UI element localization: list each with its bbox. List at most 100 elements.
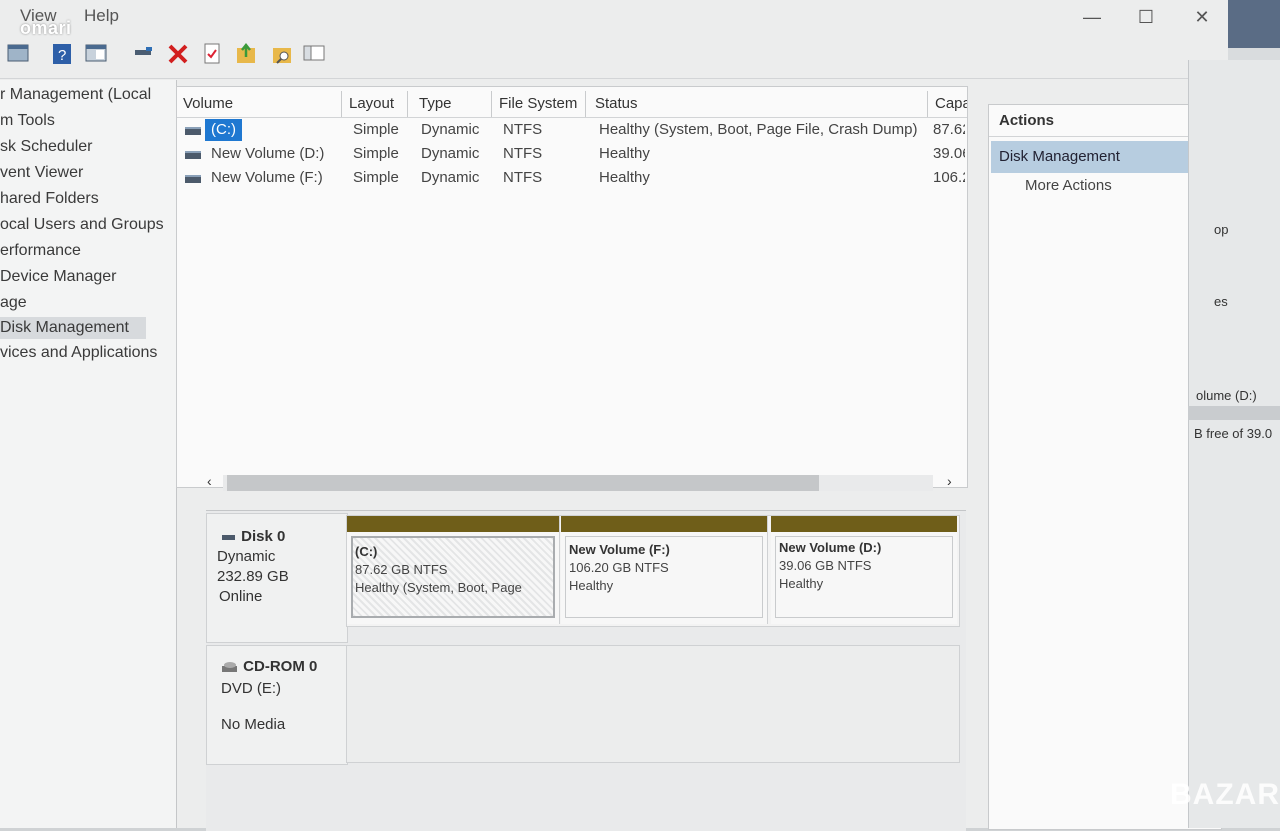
search-folder-icon[interactable] (268, 42, 296, 70)
partition-f[interactable]: New Volume (F:) 106.20 GB NTFS Healthy (561, 516, 768, 624)
column-header-layout[interactable]: Layout (343, 91, 408, 117)
cdrom-0-drive: DVD (E:) (221, 680, 281, 697)
disk-icon (222, 535, 235, 541)
partition-size: 87.62 GB NTFS (355, 562, 448, 577)
disk-0-type: Dynamic (217, 548, 276, 565)
tree-item-device-manager[interactable]: Device Manager (0, 266, 176, 288)
column-header-type[interactable]: Type (413, 91, 492, 117)
column-header-file-system[interactable]: File System (493, 91, 586, 117)
scroll-thumb[interactable] (227, 475, 819, 491)
cdrom-0-label[interactable]: CD-ROM 0 DVD (E:) No Media (206, 645, 348, 765)
volume-icon (185, 127, 201, 135)
partition-status: Healthy (569, 578, 614, 593)
volume-name[interactable]: New Volume (D:) (211, 143, 324, 165)
background-text: es (1214, 294, 1228, 309)
volume-capacity: 106.20 ( (933, 169, 965, 186)
header-divider (177, 117, 967, 118)
volume-capacity: 87.62 G (933, 121, 965, 138)
volume-layout: Simple (353, 169, 399, 186)
volume-fs: NTFS (503, 121, 543, 138)
volume-name[interactable]: New Volume (F:) (211, 167, 323, 189)
horizontal-scrollbar[interactable]: ‹ › (203, 473, 959, 491)
tree-item-storage[interactable]: age (0, 292, 176, 314)
more-actions[interactable]: More Actions (1025, 177, 1112, 194)
delete-icon[interactable] (164, 42, 192, 70)
disk-0-size: 232.89 GB (217, 568, 289, 585)
column-header-status[interactable]: Status (589, 91, 928, 117)
volume-type: Dynamic (421, 145, 480, 162)
show-hide-pane-icon[interactable] (82, 42, 110, 70)
volume-status: Healthy (599, 169, 650, 186)
disk-0-label[interactable]: Disk 0 Dynamic 232.89 GB Online (206, 513, 348, 643)
partition-bar (561, 516, 767, 532)
partition-status: Healthy (779, 576, 824, 591)
tree-item-disk-management[interactable]: Disk Management (0, 317, 146, 339)
open-folder-icon[interactable] (232, 42, 260, 70)
partition-title: (C:) (355, 544, 378, 559)
scroll-right-icon[interactable]: › (947, 473, 952, 489)
volume-name[interactable]: (C:) (205, 119, 242, 141)
volume-icon (185, 175, 201, 183)
tree-item-event-viewer[interactable]: vent Viewer (0, 162, 176, 184)
disk-graph-view: Disk 0 Dynamic 232.89 GB Online (C:) 87.… (206, 510, 966, 831)
disk-0-partitions: (C:) 87.62 GB NTFS Healthy (System, Boot… (346, 515, 960, 627)
tree-item-task-scheduler[interactable]: sk Scheduler (0, 136, 176, 158)
background-window: op es olume (D:) B free of 39.0 (1188, 0, 1280, 828)
volume-fs: NTFS (503, 169, 543, 186)
partition-bar (347, 516, 559, 532)
disk-0-title: Disk 0 (221, 528, 285, 545)
background-text: olume (D:) (1196, 388, 1257, 403)
actions-header: Actions (989, 105, 1221, 137)
tree-item-local-users[interactable]: ocal Users and Groups (0, 214, 176, 236)
column-header-capacity[interactable]: Capacit (929, 91, 968, 117)
cdrom-icon (222, 662, 237, 673)
connect-icon[interactable] (130, 42, 158, 70)
help-icon[interactable]: ? (48, 42, 76, 70)
console-tree-icon[interactable] (4, 42, 32, 70)
console-tree: r Management (Local m Tools sk Scheduler… (0, 80, 177, 828)
volume-layout: Simple (353, 145, 399, 162)
partition-size: 106.20 GB NTFS (569, 560, 669, 575)
background-text: B free of 39.0 (1194, 426, 1273, 441)
tree-item-computer-management[interactable]: r Management (Local (0, 84, 176, 106)
volume-icon (185, 151, 201, 159)
partition-size: 39.06 GB NTFS (779, 558, 872, 573)
menu-help[interactable]: Help (84, 6, 119, 26)
tree-item-services-applications[interactable]: vices and Applications (0, 342, 176, 364)
partition-bar (771, 516, 957, 532)
maximize-button[interactable]: ☐ (1126, 4, 1166, 30)
tree-item-system-tools[interactable]: m Tools (0, 110, 176, 132)
partition-title: New Volume (F:) (569, 542, 670, 557)
menu-view[interactable]: View (20, 6, 57, 26)
menu-bar: omari View Help — ☐ ✕ (0, 0, 1228, 38)
scroll-left-icon[interactable]: ‹ (207, 473, 212, 489)
volume-status: Healthy (System, Boot, Page File, Crash … (599, 121, 918, 138)
volume-type: Dynamic (421, 169, 480, 186)
background-panel (1188, 60, 1280, 828)
partition-title: New Volume (D:) (779, 540, 882, 555)
volume-list: Volume Layout Type File System Status Ca… (176, 86, 968, 491)
minimize-button[interactable]: — (1072, 4, 1112, 30)
background-text: op (1214, 222, 1229, 237)
cdrom-0-title: CD-ROM 0 (221, 658, 317, 675)
volume-type: Dynamic (421, 121, 480, 138)
cdrom-0-area[interactable] (346, 645, 960, 763)
toolbar: ? (0, 38, 1228, 79)
background-titlebar (1228, 0, 1280, 48)
actions-pane: Actions Disk Management ▲ More Actions ▶ (988, 104, 1222, 830)
computer-management-window: omari View Help — ☐ ✕ ? r Management (Lo… (0, 0, 1229, 831)
watermark-bazar: BAZAR (1170, 778, 1280, 811)
list-view-icon[interactable] (300, 42, 328, 70)
close-button[interactable]: ✕ (1182, 4, 1222, 30)
volume-capacity: 39.06 G (933, 145, 965, 162)
actions-disk-management[interactable]: Disk Management ▲ (991, 141, 1219, 173)
partition-d[interactable]: New Volume (D:) 39.06 GB NTFS Healthy (771, 516, 957, 624)
volume-layout: Simple (353, 121, 399, 138)
tree-item-shared-folders[interactable]: hared Folders (0, 188, 176, 210)
properties-icon[interactable] (198, 42, 226, 70)
column-header-volume[interactable]: Volume (177, 91, 342, 117)
partition-c[interactable]: (C:) 87.62 GB NTFS Healthy (System, Boot… (347, 516, 560, 624)
svg-text:?: ? (58, 47, 66, 64)
cdrom-0-media: No Media (221, 716, 286, 733)
tree-item-performance[interactable]: erformance (0, 240, 176, 262)
